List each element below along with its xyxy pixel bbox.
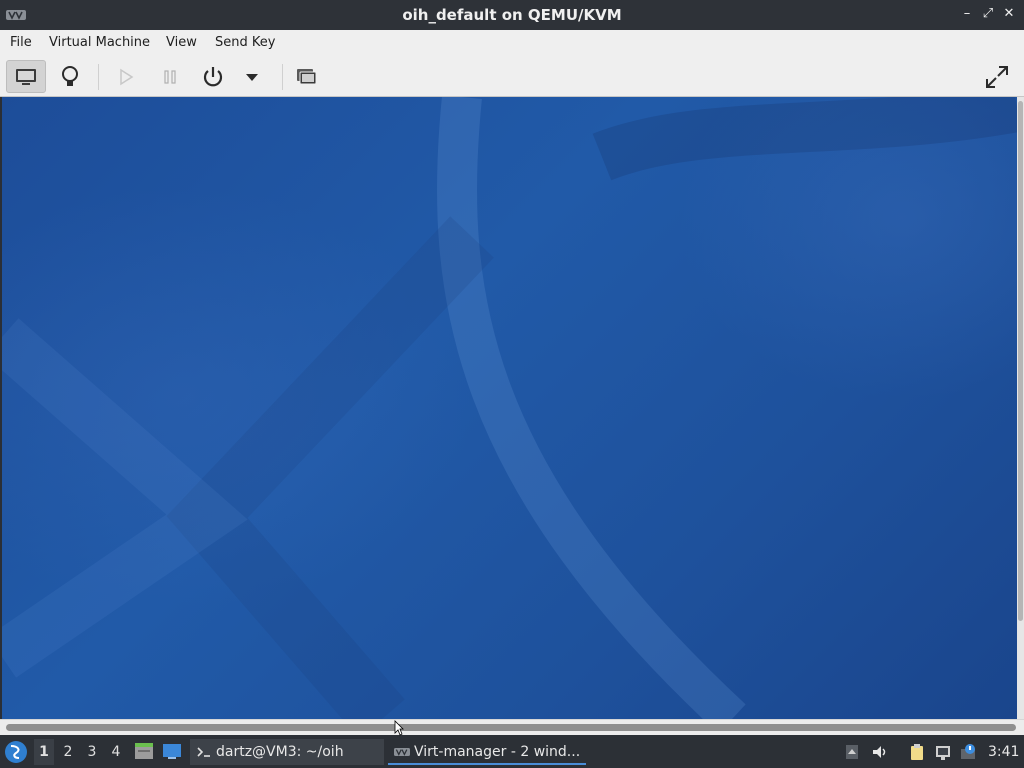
chevron-down-icon (246, 73, 258, 81)
lightbulb-icon (62, 65, 78, 86)
run-icon (120, 68, 134, 85)
close-button[interactable]: ✕ (1002, 7, 1016, 21)
workspace-4[interactable]: 4 (106, 744, 126, 760)
window-titlebar[interactable]: oih_default on QEMU/KVM – ⤢ ✕ (0, 0, 1024, 30)
menu-file[interactable]: File (10, 35, 32, 50)
monitor-icon (16, 68, 36, 85)
task-terminal[interactable]: dartz@VM3: ~/oih (190, 739, 384, 765)
task-label: Virt-manager - 2 wind... (414, 744, 581, 760)
pause-button[interactable] (150, 60, 190, 93)
clipboard-icon[interactable] (908, 743, 926, 761)
close-icon: ✕ (1003, 6, 1015, 21)
network-icon[interactable] (934, 743, 952, 761)
vertical-scrollbar[interactable] (1017, 97, 1024, 719)
terminal-icon (197, 747, 210, 757)
menu-send-key[interactable]: Send Key (215, 35, 275, 50)
task-virt-manager[interactable]: Virt-manager - 2 wind... (388, 739, 586, 765)
notification-icon[interactable] (960, 743, 978, 761)
window-title: oih_default on QEMU/KVM (402, 6, 622, 24)
details-view-button[interactable] (50, 60, 90, 93)
minimize-button[interactable]: – (960, 7, 974, 21)
snapshot-icon (297, 68, 317, 84)
workspace-2[interactable]: 2 (58, 744, 78, 760)
clock[interactable]: 3:41 (988, 744, 1019, 760)
maximize-button[interactable]: ⤢ (981, 7, 995, 21)
horizontal-scrollbar[interactable] (0, 719, 1024, 735)
fullscreen-icon (986, 65, 1008, 88)
shutdown-menu-button[interactable] (232, 60, 272, 93)
menu-view[interactable]: View (166, 35, 197, 50)
task-label: dartz@VM3: ~/oih (216, 744, 344, 760)
toolbar-separator (282, 64, 283, 90)
pause-icon (164, 69, 176, 84)
mouse-cursor-icon (394, 720, 404, 736)
workspace-3[interactable]: 3 (82, 744, 102, 760)
menu-bar: File Virtual Machine View Send Key (0, 30, 1024, 56)
snapshots-button[interactable] (286, 60, 326, 93)
show-desktop-icon[interactable] (162, 742, 182, 760)
shutdown-button[interactable] (193, 60, 233, 93)
maximize-icon: ⤢ (982, 6, 994, 21)
console-view-button[interactable] (6, 60, 46, 93)
fullscreen-button[interactable] (977, 60, 1017, 93)
vm-console-display[interactable] (2, 97, 1017, 719)
toolbar-separator (98, 64, 99, 90)
workspace-1[interactable]: 1 (34, 739, 54, 765)
menu-virtual-machine[interactable]: Virtual Machine (49, 35, 150, 50)
desktop-wallpaper (2, 97, 1017, 719)
file-manager-icon[interactable] (134, 742, 154, 760)
tray-expand-icon[interactable] (843, 743, 861, 761)
horizontal-scrollbar-thumb[interactable] (6, 724, 1016, 731)
power-icon (203, 66, 223, 86)
vertical-scrollbar-thumb[interactable] (1018, 101, 1023, 621)
virt-manager-icon (394, 748, 410, 756)
volume-icon[interactable] (871, 743, 889, 761)
toolbar (0, 56, 1024, 97)
taskbar: 1 2 3 4 dartz@VM3: ~/oih Virt-manager - … (0, 735, 1024, 768)
minimize-icon: – (963, 6, 971, 21)
start-menu-icon[interactable] (4, 740, 28, 764)
run-button[interactable] (106, 60, 146, 93)
